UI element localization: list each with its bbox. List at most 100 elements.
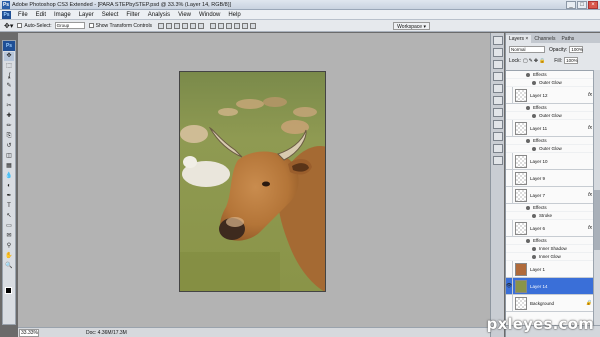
color-panel-icon[interactable] xyxy=(492,72,503,81)
histogram-panel-icon[interactable] xyxy=(492,48,503,57)
layer-name[interactable]: Layer 7 xyxy=(530,193,588,198)
layers-scrollbar[interactable] xyxy=(593,70,600,325)
eye-icon[interactable] xyxy=(526,72,530,77)
menu-select[interactable]: Select xyxy=(98,10,123,20)
layer-effects-row[interactable]: Effects xyxy=(506,71,594,79)
layer-effects-row[interactable]: Effects xyxy=(506,137,594,145)
show-transform-option[interactable]: Show Transform Controls xyxy=(88,23,152,29)
layer-name[interactable]: Layer 11 xyxy=(530,126,588,131)
tab-paths[interactable]: Paths xyxy=(558,35,577,43)
layer-row[interactable]: Layer 9 xyxy=(506,170,594,187)
eye-icon[interactable] xyxy=(532,146,536,151)
canvas-workspace[interactable] xyxy=(18,33,490,327)
layer-effect-item[interactable]: Inner Shadow xyxy=(506,245,594,253)
layer-row[interactable]: Layer 10 xyxy=(506,153,594,170)
maximize-button[interactable]: □ xyxy=(577,1,587,9)
move-tool-preset[interactable]: ✥▾ xyxy=(4,22,13,30)
brush-tool-icon[interactable]: ✏ xyxy=(4,122,14,131)
eye-icon[interactable] xyxy=(526,238,530,243)
layer-name[interactable]: Layer 6 xyxy=(530,226,588,231)
shape-tool-icon[interactable]: ▭ xyxy=(4,222,14,231)
tab-channels[interactable]: Channels xyxy=(531,35,558,43)
auto-select-checkbox[interactable] xyxy=(17,23,23,28)
opacity-field[interactable]: 100% xyxy=(569,46,584,53)
visibility-eye-icon[interactable] xyxy=(506,87,513,103)
quick-select-tool-icon[interactable]: ✎ xyxy=(4,82,14,91)
type-tool-icon[interactable]: T xyxy=(4,202,14,211)
align-left-icon[interactable] xyxy=(182,22,189,29)
menu-file[interactable]: File xyxy=(14,10,32,20)
tool-presets-panel-icon[interactable] xyxy=(492,132,503,141)
menu-image[interactable]: Image xyxy=(50,10,75,20)
layer-row[interactable]: 👁 Layer 14 xyxy=(506,278,594,295)
menu-window[interactable]: Window xyxy=(195,10,224,20)
crop-tool-icon[interactable]: ⌗ xyxy=(4,92,14,101)
eye-icon[interactable] xyxy=(526,138,530,143)
layer-row[interactable]: Layer 11 fx xyxy=(506,120,594,137)
brushes-panel-icon[interactable] xyxy=(492,144,503,153)
zoom-field[interactable]: 33.33% xyxy=(19,328,39,337)
menu-view[interactable]: View xyxy=(174,10,195,20)
distribute-hcenter-icon[interactable] xyxy=(242,22,249,29)
notes-tool-icon[interactable]: ✉ xyxy=(4,232,14,241)
history-panel-icon[interactable] xyxy=(492,108,503,117)
actions-panel-icon[interactable] xyxy=(492,120,503,129)
move-tool-icon[interactable]: ✥ xyxy=(4,52,14,61)
blur-tool-icon[interactable]: 💧 xyxy=(4,172,14,181)
align-bottom-icon[interactable] xyxy=(174,22,181,29)
layer-name[interactable]: Layer 9 xyxy=(530,176,592,181)
show-transform-checkbox[interactable] xyxy=(88,23,94,28)
distribute-top-icon[interactable] xyxy=(210,22,217,29)
menu-analysis[interactable]: Analysis xyxy=(144,10,174,20)
layer-effect-item[interactable]: Inner Glow xyxy=(506,253,594,261)
clone-stamp-tool-icon[interactable]: ⎘ xyxy=(4,132,14,141)
menu-edit[interactable]: Edit xyxy=(32,10,50,20)
close-button[interactable]: × xyxy=(588,1,598,9)
align-vcenter-icon[interactable] xyxy=(166,22,173,29)
lock-icons[interactable]: ▢✎✥🔒 xyxy=(523,58,546,64)
eye-icon[interactable] xyxy=(532,254,536,259)
path-select-tool-icon[interactable]: ↖ xyxy=(4,212,14,221)
align-hcenter-icon[interactable] xyxy=(190,22,197,29)
history-brush-tool-icon[interactable]: ↺ xyxy=(4,142,14,151)
layer-row[interactable]: Background 🔒 xyxy=(506,295,594,312)
distribute-vcenter-icon[interactable] xyxy=(218,22,225,29)
marquee-tool-icon[interactable]: ⬚ xyxy=(4,62,14,71)
layer-effect-item[interactable]: Outer Glow xyxy=(506,145,594,153)
layer-row[interactable]: Layer 12 fx xyxy=(506,87,594,104)
eye-icon[interactable] xyxy=(526,205,530,210)
layer-row[interactable]: Layer 6 fx xyxy=(506,220,594,237)
minimize-button[interactable]: _ xyxy=(566,1,576,9)
eye-icon[interactable] xyxy=(532,246,536,251)
auto-select-option[interactable]: Auto-Select: Group xyxy=(17,22,85,29)
visibility-eye-icon[interactable] xyxy=(506,261,513,277)
visibility-eye-icon[interactable] xyxy=(506,170,513,186)
workspace-button[interactable]: Workspace ▾ xyxy=(393,22,430,30)
lasso-tool-icon[interactable]: ʆ xyxy=(4,72,14,81)
eye-icon[interactable] xyxy=(526,105,530,110)
layer-row[interactable]: Layer 1 xyxy=(506,261,594,278)
layer-effect-item[interactable]: Stroke xyxy=(506,212,594,220)
menu-layer[interactable]: Layer xyxy=(75,10,98,20)
layer-name[interactable]: Layer 1 xyxy=(530,267,592,272)
pen-tool-icon[interactable]: ✒ xyxy=(4,192,14,201)
visibility-eye-icon[interactable] xyxy=(506,295,513,311)
blend-mode-dropdown[interactable]: Normal xyxy=(509,46,545,53)
fill-field[interactable]: 100% xyxy=(564,57,579,64)
layer-effects-row[interactable]: Effects xyxy=(506,204,594,212)
visibility-eye-icon[interactable]: 👁 xyxy=(506,278,513,294)
visibility-eye-icon[interactable] xyxy=(506,220,513,236)
dodge-tool-icon[interactable]: ◐ xyxy=(4,182,14,191)
hand-tool-icon[interactable]: ✋ xyxy=(4,252,14,261)
visibility-eye-icon[interactable] xyxy=(506,153,513,169)
distribute-right-icon[interactable] xyxy=(250,22,257,29)
eraser-tool-icon[interactable]: ◫ xyxy=(4,152,14,161)
layer-name[interactable]: Layer 12 xyxy=(530,93,588,98)
foreground-color-swatch[interactable] xyxy=(5,287,12,294)
eye-icon[interactable] xyxy=(532,80,536,85)
document-canvas[interactable] xyxy=(179,71,326,292)
eye-icon[interactable] xyxy=(532,213,536,218)
styles-panel-icon[interactable] xyxy=(492,96,503,105)
distribute-left-icon[interactable] xyxy=(234,22,241,29)
distribute-bottom-icon[interactable] xyxy=(226,22,233,29)
